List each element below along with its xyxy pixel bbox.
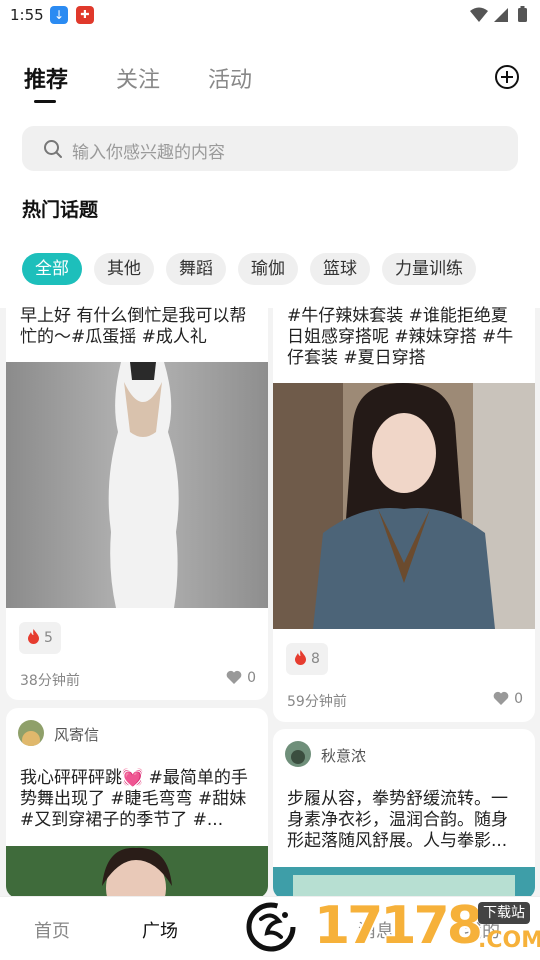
hot-count: 5: [44, 630, 53, 646]
post-image[interactable]: [6, 846, 268, 898]
tab-follow[interactable]: 关注: [116, 62, 160, 94]
topic-chips: 全部 其他 舞蹈 瑜伽 篮球 力量训练: [0, 253, 540, 287]
avatar: [18, 720, 44, 746]
post-time: 38分钟前: [20, 673, 80, 689]
search-icon: [44, 140, 62, 158]
like-button[interactable]: 0: [226, 670, 256, 686]
post-text: 早上好 有什么倒忙是我可以帮忙的～#瓜蛋摇 #成人礼: [20, 306, 247, 347]
hot-count-badge: 5: [19, 622, 61, 654]
post-text: 我心砰砰砰跳💓 #最简单的手势舞出现了 #睫毛弯弯 #甜妹 #又到穿裙子的季节了…: [20, 768, 248, 830]
search-input[interactable]: 输入你感兴趣的内容: [22, 126, 518, 171]
hot-count: 8: [311, 651, 320, 667]
post-image[interactable]: [273, 867, 535, 899]
like-count: 0: [514, 691, 523, 707]
post-card[interactable]: #牛仔辣妹套装 #谁能拒绝夏日姐感穿搭呢 #辣妹穿搭 #牛仔套装 #夏日穿搭 8…: [273, 296, 535, 722]
add-post-icon[interactable]: [494, 64, 520, 90]
status-time: 1:55: [10, 6, 44, 24]
watermark-domain: .COM: [478, 928, 540, 953]
chip-all[interactable]: 全部: [22, 253, 82, 285]
chip-basketball[interactable]: 篮球: [310, 253, 370, 285]
search-placeholder: 输入你感兴趣的内容: [72, 143, 225, 163]
site-watermark: 17178 下载站 .COM: [312, 896, 540, 960]
author-name: 风寄信: [54, 726, 100, 744]
author-name: 秋意浓: [321, 747, 367, 765]
nav-home[interactable]: 首页: [34, 917, 70, 943]
tab-recommend[interactable]: 推荐: [24, 62, 68, 94]
post-text: #牛仔辣妹套装 #谁能拒绝夏日姐感穿搭呢 #辣妹穿搭 #牛仔套装 #夏日穿搭: [287, 306, 514, 368]
post-text: 步履从容，拳势舒缓流转。一身素净衣衫，温润合韵。随身形起落随风舒展。人与拳影..…: [287, 789, 508, 851]
chip-other[interactable]: 其他: [94, 253, 154, 285]
like-count: 0: [247, 670, 256, 686]
download-app-icon: ↓: [50, 6, 68, 24]
heart-icon: [493, 691, 509, 705]
heart-icon: [226, 670, 242, 684]
system-status-icons: [470, 6, 527, 22]
post-image[interactable]: [273, 383, 535, 629]
fire-icon: [295, 650, 306, 665]
post-card[interactable]: 秋意浓 步履从容，拳势舒缓流转。一身素净衣衫，温润合韵。随身形起落随风舒展。人与…: [273, 729, 535, 899]
status-bar: 1:55 ↓ ✚: [0, 0, 540, 34]
active-tab-indicator: [34, 100, 56, 103]
post-card[interactable]: 风寄信 我心砰砰砰跳💓 #最简单的手势舞出现了 #睫毛弯弯 #甜妹 #又到穿裙子…: [6, 708, 268, 898]
watermark-download-label: 下载站: [478, 902, 530, 924]
post-image[interactable]: [6, 362, 268, 608]
top-tabs: 推荐 关注 活动: [0, 58, 540, 108]
chip-yoga[interactable]: 瑜伽: [238, 253, 298, 285]
fire-icon: [28, 629, 39, 644]
avatar: [285, 741, 311, 767]
watermark-number: 17178: [314, 896, 483, 956]
like-button[interactable]: 0: [493, 691, 523, 707]
hot-topics-title: 热门话题: [22, 199, 99, 221]
post-card[interactable]: 早上好 有什么倒忙是我可以帮忙的～#瓜蛋摇 #成人礼 5 38分钟前 0: [6, 296, 268, 700]
chip-strength[interactable]: 力量训练: [382, 253, 476, 285]
notification-app-icon: ✚: [76, 6, 94, 24]
post-time: 59分钟前: [287, 694, 347, 710]
chip-dance[interactable]: 舞蹈: [166, 253, 226, 285]
nav-square[interactable]: 广场: [142, 917, 178, 943]
hot-count-badge: 8: [286, 643, 328, 675]
center-logo-icon[interactable]: [245, 901, 297, 953]
tab-activity[interactable]: 活动: [208, 62, 252, 94]
header-area: 1:55 ↓ ✚ 推荐 关注 活动 输入你感兴趣的内容 热门话题 全部 其他 舞…: [0, 0, 540, 308]
